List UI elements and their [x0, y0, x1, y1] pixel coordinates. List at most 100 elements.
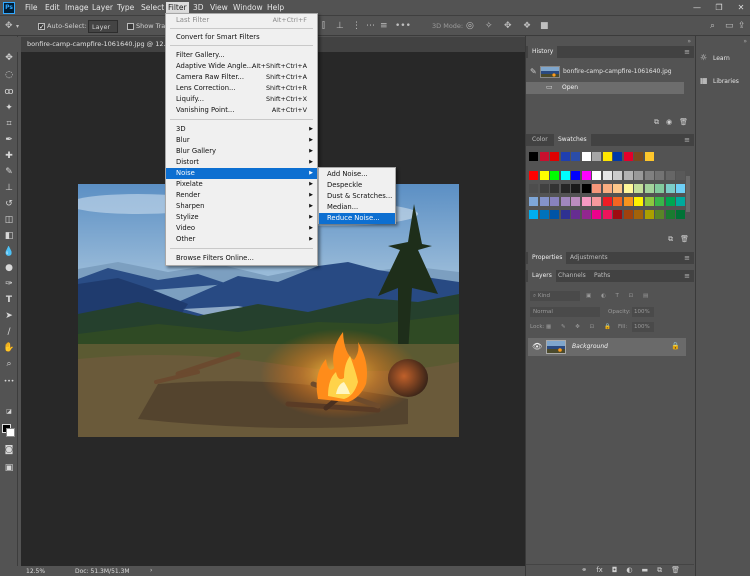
- menu-item-render[interactable]: Render ▶: [166, 190, 317, 201]
- swatch[interactable]: [571, 210, 580, 219]
- workspace-icon[interactable]: ▭: [725, 21, 734, 31]
- tab-swatches[interactable]: Swatches: [554, 134, 591, 146]
- swatch[interactable]: [581, 210, 591, 219]
- swatch[interactable]: [592, 184, 601, 193]
- recent-swatch[interactable]: [539, 152, 549, 161]
- tab-channels[interactable]: Channels: [554, 270, 590, 282]
- brush-tool-icon[interactable]: ✎: [2, 166, 16, 178]
- menu-item-3d[interactable]: 3D ▶: [166, 124, 317, 135]
- layer-filter-kind[interactable]: ⌕ Kind: [530, 291, 580, 301]
- quick-mask-icon[interactable]: ◙: [2, 444, 16, 456]
- swatch[interactable]: [571, 171, 580, 180]
- panel-menu-icon[interactable]: ≡: [684, 252, 690, 264]
- zoom-level[interactable]: 12.5%: [26, 568, 45, 575]
- swatch[interactable]: [613, 197, 622, 206]
- crop-tool-icon[interactable]: ⌗: [2, 118, 16, 130]
- blur-tool-icon[interactable]: 💧: [2, 246, 16, 258]
- menu-edit[interactable]: Edit: [43, 2, 62, 14]
- swatch[interactable]: [676, 210, 685, 219]
- menu-item-last-filter[interactable]: Last Filter Alt+Ctrl+F: [166, 15, 317, 26]
- recent-swatch[interactable]: [644, 152, 654, 161]
- swatch[interactable]: [550, 210, 559, 219]
- menu-item-adaptive-wide-angle[interactable]: Adaptive Wide Angle... Alt+Shift+Ctrl+A: [166, 61, 317, 72]
- 3d-slide-icon[interactable]: ❖: [523, 21, 531, 31]
- auto-select-checkbox[interactable]: Auto-Select:: [38, 20, 87, 34]
- swatch[interactable]: [634, 210, 643, 219]
- swatch[interactable]: [676, 197, 685, 206]
- restore-icon[interactable]: ❐: [714, 2, 724, 14]
- panel-menu-icon[interactable]: ≡: [684, 270, 690, 282]
- opacity-field[interactable]: 100%: [632, 307, 654, 317]
- 3d-pan-icon[interactable]: ✥: [504, 21, 512, 31]
- swatch[interactable]: [644, 210, 654, 219]
- tab-color[interactable]: Color: [528, 134, 552, 146]
- swatch[interactable]: [613, 171, 622, 180]
- dodge-tool-icon[interactable]: ●: [2, 262, 16, 274]
- swatch[interactable]: [571, 197, 580, 206]
- learn-button[interactable]: ☼ Learn: [700, 51, 750, 65]
- menu-item-blur[interactable]: Blur ▶: [166, 135, 317, 146]
- align-bottom-icon[interactable]: ⊥: [336, 21, 344, 31]
- more-tools-icon[interactable]: •••: [2, 376, 16, 388]
- default-colors-icon[interactable]: ◪: [2, 406, 16, 418]
- magic-wand-tool-icon[interactable]: ✦: [2, 102, 16, 114]
- menu-layer[interactable]: Layer: [90, 2, 115, 14]
- swatch[interactable]: [655, 184, 664, 193]
- menu-item-distort[interactable]: Distort ▶: [166, 157, 317, 168]
- swatch[interactable]: [634, 184, 643, 193]
- swatch[interactable]: [560, 197, 570, 206]
- recent-swatch[interactable]: [592, 152, 601, 161]
- fill-field[interactable]: 100%: [632, 322, 654, 332]
- swatch[interactable]: [581, 184, 591, 193]
- align-spacing-icon[interactable]: ≡: [380, 21, 388, 31]
- swatch[interactable]: [613, 210, 622, 219]
- link-icon[interactable]: ⚭: [581, 566, 587, 575]
- swatch[interactable]: [529, 197, 538, 206]
- recent-swatch[interactable]: [529, 152, 538, 161]
- swatch[interactable]: [539, 210, 549, 219]
- lock-icons[interactable]: ▦ ✎ ✥ ⊡ 🔒: [546, 322, 615, 332]
- adjustment-icon[interactable]: ◐: [626, 566, 632, 575]
- menu-item-other[interactable]: Other ▶: [166, 234, 317, 245]
- swatch[interactable]: [602, 184, 612, 193]
- lock-icon[interactable]: 🔒: [671, 342, 680, 350]
- swatch[interactable]: [592, 171, 601, 180]
- history-snapshot-name[interactable]: bonfire-camp-campfire-1061640.jpg: [563, 68, 672, 75]
- swatch[interactable]: [644, 197, 654, 206]
- show-transform-checkbox[interactable]: Show Tra: [127, 20, 165, 33]
- new-swatch-icon[interactable]: ⧉: [668, 235, 673, 244]
- swatch[interactable]: [571, 184, 580, 193]
- eyedropper-tool-icon[interactable]: ✒: [2, 134, 16, 146]
- swatch[interactable]: [529, 210, 538, 219]
- swatch[interactable]: [602, 210, 612, 219]
- pen-tool-icon[interactable]: ✑: [2, 278, 16, 290]
- line-tool-icon[interactable]: ∕: [2, 326, 16, 338]
- new-document-from-state-icon[interactable]: ⧉: [654, 118, 659, 127]
- move-tool-icon[interactable]: ✥: [2, 52, 16, 64]
- trash-icon[interactable]: 🗑: [671, 566, 680, 575]
- swatch[interactable]: [644, 171, 654, 180]
- panel-menu-icon[interactable]: ≡: [684, 134, 690, 146]
- swatch[interactable]: [634, 197, 643, 206]
- type-tool-icon[interactable]: T: [2, 294, 16, 306]
- gradient-tool-icon[interactable]: ◧: [2, 230, 16, 242]
- tab-layers[interactable]: Layers: [528, 270, 556, 282]
- align-center-icon[interactable]: ⫿: [322, 21, 325, 31]
- swatch[interactable]: [539, 197, 549, 206]
- swatch[interactable]: [539, 171, 549, 180]
- swatch[interactable]: [623, 210, 633, 219]
- menu-item-convert-smart-filters[interactable]: Convert for Smart Filters: [166, 32, 317, 43]
- search-icon[interactable]: ⌕: [710, 21, 715, 31]
- menu-item-lens-correction[interactable]: Lens Correction... Shift+Ctrl+R: [166, 83, 317, 94]
- minimize-icon[interactable]: —: [692, 2, 702, 14]
- distribute-icon[interactable]: ⋮: [352, 21, 361, 31]
- move-tool-icon[interactable]: ✥: [5, 21, 13, 31]
- background-color-swatch[interactable]: [6, 428, 15, 437]
- group-icon[interactable]: ▬: [641, 566, 648, 575]
- status-menu-icon[interactable]: ›: [150, 567, 152, 574]
- menu-item-stylize[interactable]: Stylize ▶: [166, 212, 317, 223]
- swatch[interactable]: [665, 197, 675, 206]
- menu-item-blur-gallery[interactable]: Blur Gallery ▶: [166, 146, 317, 157]
- swatch[interactable]: [602, 171, 612, 180]
- photoshop-logo-icon[interactable]: Ps: [3, 2, 15, 14]
